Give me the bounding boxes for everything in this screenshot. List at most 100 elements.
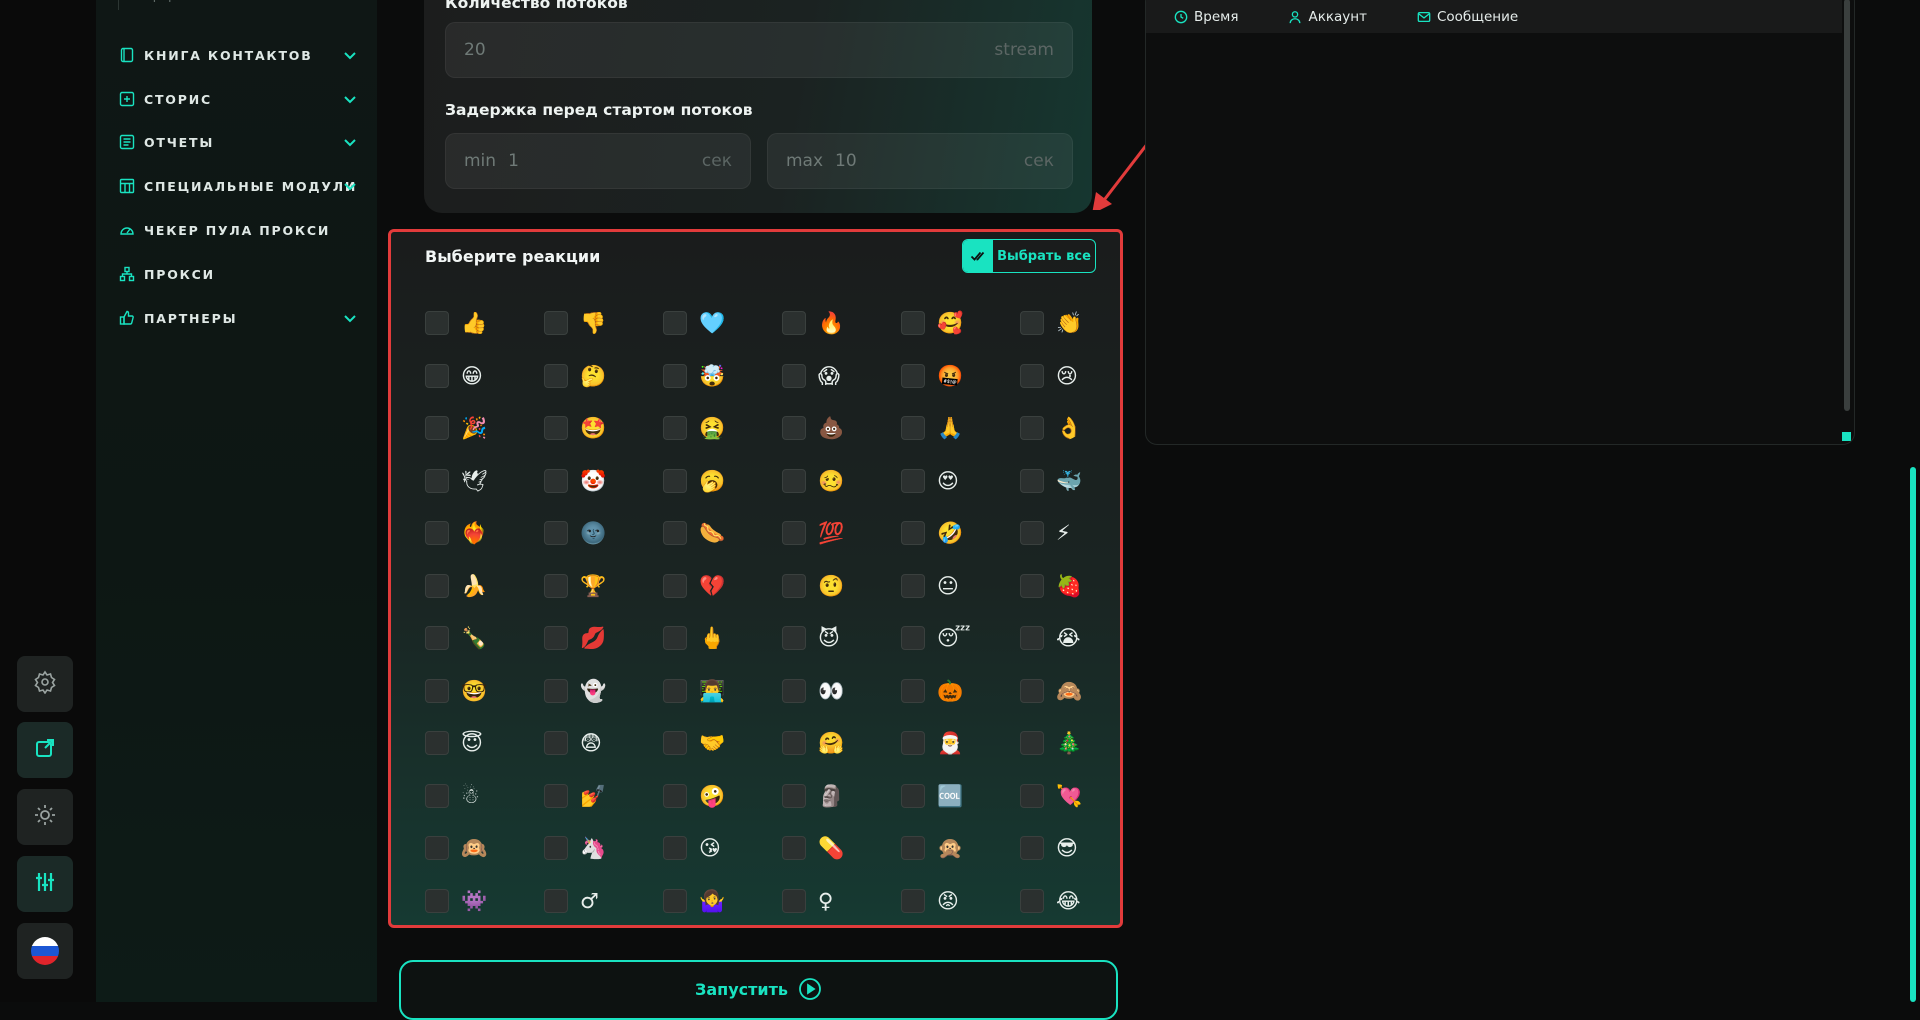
reaction-item[interactable]: 🌚 xyxy=(544,521,663,545)
reaction-checkbox[interactable] xyxy=(544,731,568,755)
reaction-checkbox[interactable] xyxy=(1020,678,1044,703)
reaction-checkbox[interactable] xyxy=(782,363,806,388)
reaction-checkbox[interactable] xyxy=(1020,363,1044,388)
reaction-checkbox[interactable] xyxy=(544,416,568,440)
reaction-checkbox[interactable] xyxy=(425,311,449,335)
reaction-item[interactable]: 😈 xyxy=(782,626,901,650)
filters-button[interactable] xyxy=(17,856,73,912)
reaction-item[interactable]: 🎅 xyxy=(901,731,1020,755)
reaction-item[interactable]: 😭 xyxy=(1020,626,1139,650)
reaction-checkbox[interactable] xyxy=(782,468,806,493)
reaction-item[interactable]: 🤩 xyxy=(544,416,663,440)
reaction-item[interactable]: 😂 xyxy=(1020,888,1139,913)
reaction-item[interactable]: 🤷‍♀️ xyxy=(663,888,782,913)
page-scrollbar[interactable] xyxy=(1910,467,1916,1002)
resize-handle[interactable] xyxy=(1842,432,1851,441)
reaction-checkbox[interactable] xyxy=(425,888,449,913)
reaction-item[interactable]: 🤯 xyxy=(663,363,782,388)
reaction-checkbox[interactable] xyxy=(425,468,449,493)
external-link-button[interactable] xyxy=(17,722,73,778)
reaction-item[interactable]: 🆒 xyxy=(901,783,1020,808)
reaction-checkbox[interactable] xyxy=(544,521,568,545)
reaction-checkbox[interactable] xyxy=(663,731,687,755)
threads-input[interactable]: 20 stream xyxy=(445,22,1073,78)
reaction-checkbox[interactable] xyxy=(901,363,925,388)
reaction-checkbox[interactable] xyxy=(782,731,806,755)
reaction-checkbox[interactable] xyxy=(1020,416,1044,440)
reaction-item[interactable]: 👍 xyxy=(425,311,544,335)
reaction-item[interactable]: 💩 xyxy=(782,416,901,440)
reaction-item[interactable]: 🕊 xyxy=(425,468,544,493)
reaction-item[interactable]: 🩵 xyxy=(663,311,782,335)
reaction-checkbox[interactable] xyxy=(425,416,449,440)
log-scrollbar[interactable] xyxy=(1844,0,1850,411)
sidebar-item-reports[interactable]: ОТЧЕТЫ xyxy=(118,130,358,154)
reaction-checkbox[interactable] xyxy=(544,678,568,703)
settings-button[interactable] xyxy=(17,656,73,712)
reaction-checkbox[interactable] xyxy=(782,311,806,335)
reaction-checkbox[interactable] xyxy=(1020,836,1044,860)
delay-max-input[interactable]: max 10 сек xyxy=(767,133,1073,189)
reaction-checkbox[interactable] xyxy=(425,626,449,650)
reaction-item[interactable]: 🍾 xyxy=(425,626,544,650)
reaction-item[interactable]: 😴 xyxy=(901,626,1020,650)
reaction-item[interactable]: 🤬 xyxy=(901,363,1020,388)
reaction-item[interactable]: 😁 xyxy=(425,363,544,388)
reaction-checkbox[interactable] xyxy=(901,626,925,650)
reaction-item[interactable]: 🏆 xyxy=(544,573,663,598)
reaction-item[interactable]: 🤝 xyxy=(663,731,782,755)
reaction-checkbox[interactable] xyxy=(544,363,568,388)
reaction-checkbox[interactable] xyxy=(425,731,449,755)
reaction-checkbox[interactable] xyxy=(782,626,806,650)
reaction-checkbox[interactable] xyxy=(544,888,568,913)
reaction-item[interactable]: 😨 xyxy=(544,731,663,755)
reaction-checkbox[interactable] xyxy=(663,678,687,703)
reaction-item[interactable]: 😢 xyxy=(1020,363,1139,388)
reaction-checkbox[interactable] xyxy=(782,678,806,703)
reaction-checkbox[interactable] xyxy=(782,783,806,808)
reaction-item[interactable]: 🍌 xyxy=(425,573,544,598)
reaction-item[interactable]: 💔 xyxy=(663,573,782,598)
reaction-checkbox[interactable] xyxy=(1020,626,1044,650)
reaction-checkbox[interactable] xyxy=(901,678,925,703)
reaction-item[interactable]: 💊 xyxy=(782,836,901,860)
reaction-checkbox[interactable] xyxy=(782,416,806,440)
reaction-item[interactable]: 🙏 xyxy=(901,416,1020,440)
reaction-checkbox[interactable] xyxy=(901,311,925,335)
reaction-checkbox[interactable] xyxy=(663,573,687,598)
sidebar-item-partners[interactable]: ПАРТНЕРЫ xyxy=(118,306,358,330)
reaction-checkbox[interactable] xyxy=(663,311,687,335)
reaction-item[interactable]: 👀 xyxy=(782,678,901,703)
reaction-item[interactable]: 🦄 xyxy=(544,836,663,860)
reaction-checkbox[interactable] xyxy=(663,416,687,440)
reaction-item[interactable]: 🤨 xyxy=(782,573,901,598)
reaction-item[interactable]: 🤡 xyxy=(544,468,663,493)
reaction-item[interactable]: 🗿 xyxy=(782,783,901,808)
reaction-item[interactable]: 👻 xyxy=(544,678,663,703)
reaction-item[interactable]: 👌 xyxy=(1020,416,1139,440)
reaction-item[interactable]: 🤪 xyxy=(663,783,782,808)
reaction-checkbox[interactable] xyxy=(663,626,687,650)
reaction-checkbox[interactable] xyxy=(782,836,806,860)
reaction-checkbox[interactable] xyxy=(544,311,568,335)
language-button[interactable] xyxy=(17,923,73,979)
sidebar-item-proxy[interactable]: ПРОКСИ xyxy=(118,262,358,286)
reaction-item[interactable]: 💘 xyxy=(1020,783,1139,808)
reaction-checkbox[interactable] xyxy=(1020,731,1044,755)
reaction-item[interactable]: 😐 xyxy=(901,573,1020,598)
reaction-checkbox[interactable] xyxy=(663,836,687,860)
reaction-item[interactable]: 👾 xyxy=(425,888,544,913)
reaction-item[interactable]: 😱 xyxy=(782,363,901,388)
run-button[interactable]: Запустить xyxy=(399,960,1118,1020)
reaction-item[interactable]: 🤣 xyxy=(901,521,1020,545)
reaction-checkbox[interactable] xyxy=(425,573,449,598)
reaction-checkbox[interactable] xyxy=(901,888,925,913)
reaction-checkbox[interactable] xyxy=(663,468,687,493)
reaction-item[interactable]: 💅 xyxy=(544,783,663,808)
reaction-checkbox[interactable] xyxy=(1020,783,1044,808)
reaction-checkbox[interactable] xyxy=(425,521,449,545)
reaction-checkbox[interactable] xyxy=(782,888,806,913)
reaction-item[interactable]: 🙉 xyxy=(425,836,544,860)
reaction-checkbox[interactable] xyxy=(663,888,687,913)
sidebar-item-contacts[interactable]: КНИГА КОНТАКТОВ xyxy=(118,43,358,67)
